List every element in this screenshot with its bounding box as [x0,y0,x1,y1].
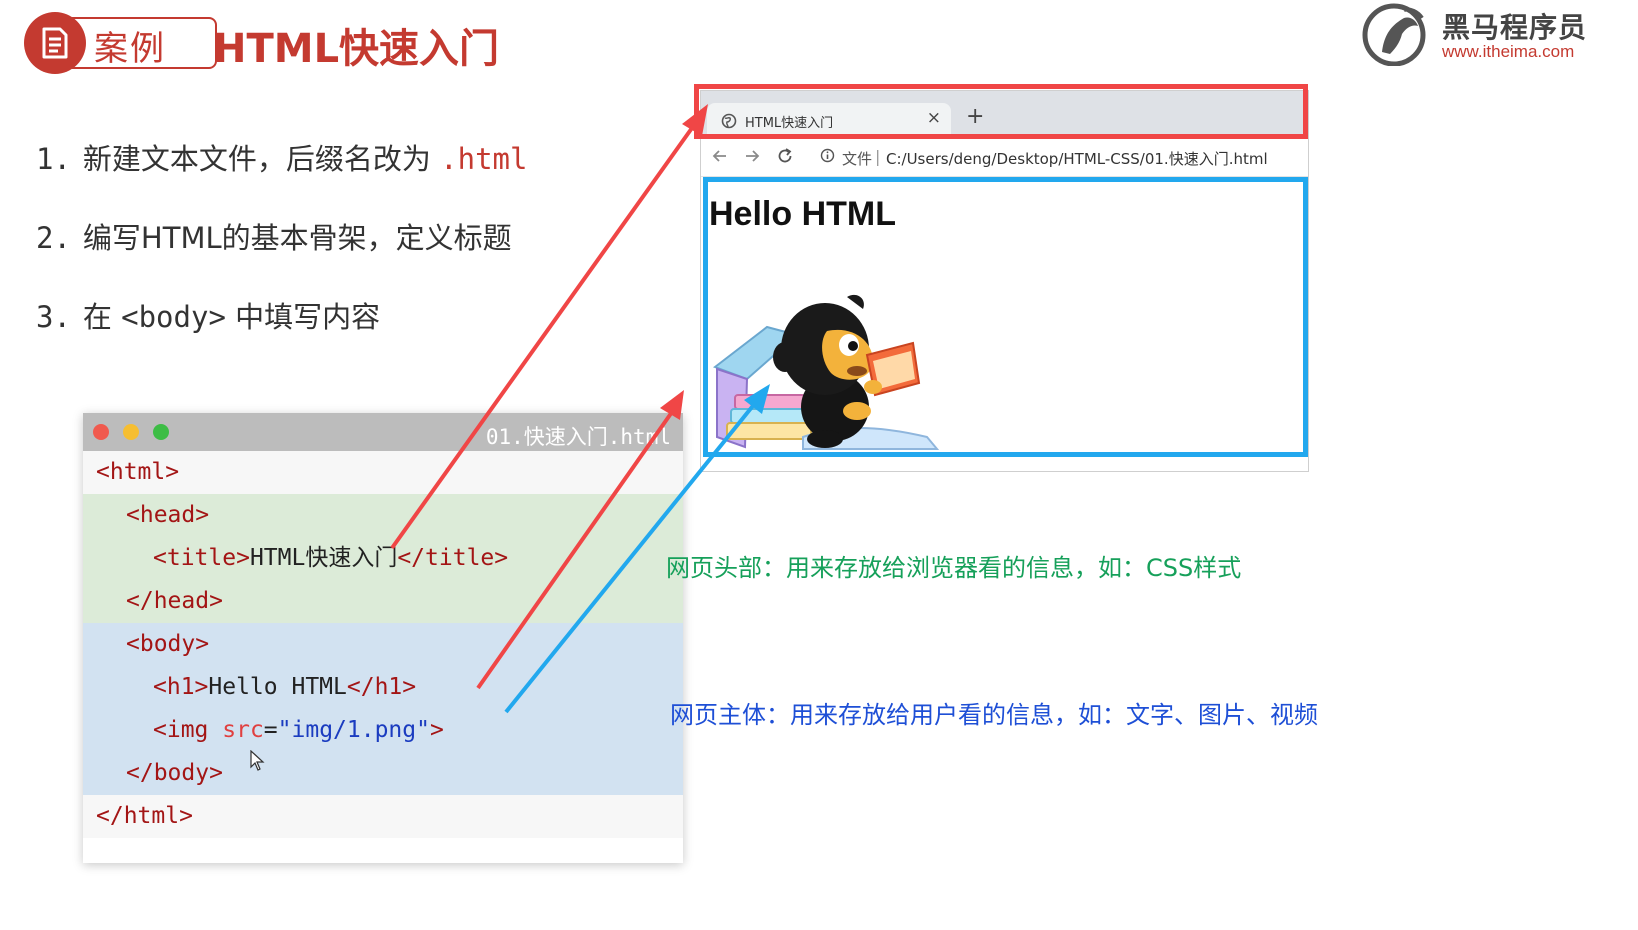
step-text: 编写HTML的基本骨架，定义标题 [82,221,512,255]
editor-title-bar: 01.快速入门.html [83,413,683,451]
code-line-title: <title>HTML快速入门</title> [83,537,683,580]
brand-url: www.itheima.com [1442,42,1575,61]
code-token: src [222,717,264,743]
close-window-dot[interactable] [93,424,109,440]
address-bar-url[interactable]: C:/Users/deng/Desktop/HTML-CSS/01.快速入门.h… [886,148,1268,169]
back-arrow-icon[interactable] [711,147,729,165]
code-token: <img [153,717,223,743]
body-caption: 网页主体：用来存放给用户看的信息，如：文字、图片、视频 [670,701,1318,729]
code-token: <html> [96,459,180,485]
code-line-head-close: </head> [83,580,683,623]
code-line-html-open: <html> [83,451,683,494]
code-token: <title> [153,545,250,571]
code-token: Hello HTML [208,674,347,700]
minimize-window-dot[interactable] [123,424,139,440]
forward-arrow-icon[interactable] [743,147,761,165]
code-token: > [429,717,444,743]
step-text-suffix: 中填写内容 [225,300,381,334]
code-token: <h1> [153,674,209,700]
mouse-cursor-icon [250,750,265,771]
code-token: <body> [126,631,210,657]
head-highlight-box [694,84,1308,139]
step-text-prefix: 在 [82,300,122,334]
brand-name: 黑马程序员 [1442,11,1588,44]
code-token: </head> [126,588,223,614]
code-token: </title> [397,545,509,571]
horse-logo-icon [1362,3,1426,66]
code-line-body-close: </body> [83,752,683,795]
case-badge-label: 案例 [94,29,166,69]
maximize-window-dot[interactable] [153,424,169,440]
code-token: </html> [96,803,193,829]
step-number: 2. [36,221,71,255]
code-line-head-open: <head> [83,494,683,537]
code-token: "img/1.png" [277,717,430,743]
code-token: = [263,717,278,743]
case-badge: 案例 [24,12,217,74]
info-icon[interactable] [820,148,835,163]
step-item-2: 2. 编写HTML的基本骨架，定义标题 [36,215,527,294]
step-text: 新建文本文件，后缀名改为 [82,142,441,176]
body-highlight-box [703,177,1308,457]
code-token: </h1> [346,674,417,700]
code-token: HTML快速入门 [249,545,398,571]
step-item-1: 1. 新建文本文件，后缀名改为 .html [36,136,527,215]
step-highlight: .html [440,142,528,176]
step-list: 1. 新建文本文件，后缀名改为 .html 2. 编写HTML的基本骨架，定义标题 … [36,136,527,373]
editor-filename: 01.快速入门.html [485,425,671,449]
step-number: 3. [36,300,71,334]
browser-toolbar: 文件 | C:/Users/deng/Desktop/HTML-CSS/01.快… [701,139,1308,177]
step-item-3: 3. 在 <body> 中填写内容 [36,294,527,373]
address-scheme-label: 文件 [842,150,873,168]
page-title: HTML快速入门 [213,26,500,72]
code-editor-window: 01.快速入门.html <html> <head> <title>HTML快速… [83,413,683,863]
document-icon [24,12,86,74]
head-caption: 网页头部：用来存放给浏览器看的信息，如：CSS样式 [666,554,1242,582]
reload-icon[interactable] [776,147,794,165]
address-separator: | [875,147,881,166]
code-token: </body> [126,760,223,786]
code-line-img: <img src="img/1.png"> [83,709,683,752]
code-line-body-open: <body> [83,623,683,666]
step-number: 1. [36,142,71,176]
code-line-h1: <h1>Hello HTML</h1> [83,666,683,709]
step-code: <body> [121,300,226,334]
code-token: <head> [126,502,210,528]
code-line-html-close: </html> [83,795,683,838]
brand-logo: 黑马程序员 www.itheima.com [1360,2,1610,66]
